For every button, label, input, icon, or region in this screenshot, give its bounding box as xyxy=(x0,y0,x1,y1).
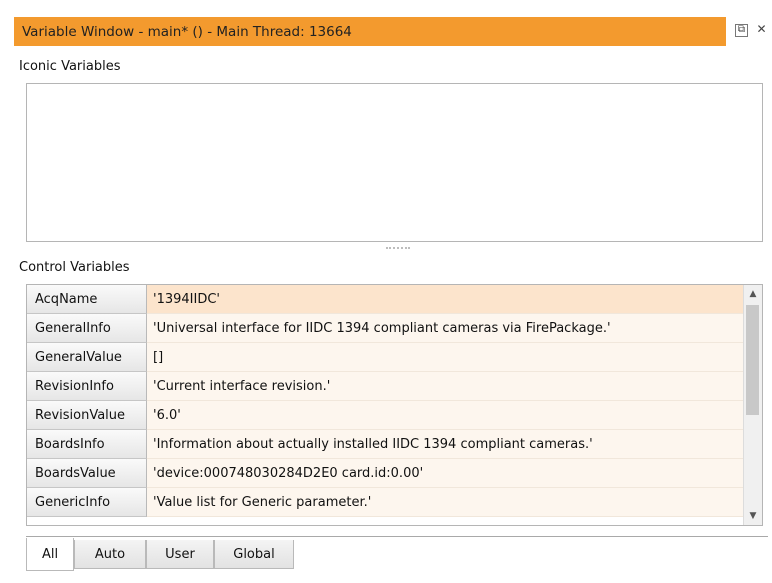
tab-bar-divider xyxy=(26,536,768,537)
tab-user[interactable]: User xyxy=(146,540,214,569)
tab-global[interactable]: Global xyxy=(214,540,294,569)
variable-value-cell: 'Information about actually installed II… xyxy=(147,430,745,459)
variable-value-cell: '1394IIDC' xyxy=(147,285,745,314)
restore-icon[interactable]: ⧉ xyxy=(735,24,748,37)
variable-value-cell: 'Universal interface for IIDC 1394 compl… xyxy=(147,314,745,343)
tab-all[interactable]: All xyxy=(26,538,74,571)
variable-value-cell: 'device:000748030284D2E0 card.id:0.00' xyxy=(147,459,745,488)
variable-name-cell: GeneralValue xyxy=(27,343,147,372)
control-variables-label: Control Variables xyxy=(19,260,130,275)
variable-name-cell: RevisionValue xyxy=(27,401,147,430)
scroll-down-icon[interactable]: ▼ xyxy=(744,507,762,525)
variable-name-cell: BoardsValue xyxy=(27,459,147,488)
variable-name-cell: RevisionInfo xyxy=(27,372,147,401)
vertical-scrollbar[interactable]: ▲ ▼ xyxy=(743,285,762,525)
table-row[interactable]: RevisionInfo 'Current interface revision… xyxy=(27,372,745,401)
variable-value-cell: [] xyxy=(147,343,745,372)
table-row[interactable]: BoardsInfo 'Information about actually i… xyxy=(27,430,745,459)
variable-value-cell: 'Value list for Generic parameter.' xyxy=(147,488,745,517)
table-row[interactable]: GenericInfo 'Value list for Generic para… xyxy=(27,488,745,517)
variable-name-cell: GenericInfo xyxy=(27,488,147,517)
variable-name-cell: AcqName xyxy=(27,285,147,314)
table-row[interactable]: RevisionValue '6.0' xyxy=(27,401,745,430)
control-variables-table: AcqName '1394IIDC' GeneralInfo 'Universa… xyxy=(26,284,763,526)
scrollbar-thumb[interactable] xyxy=(746,305,759,415)
variable-value-cell: '6.0' xyxy=(147,401,745,430)
table-row[interactable]: AcqName '1394IIDC' xyxy=(27,285,745,314)
variable-name-cell: GeneralInfo xyxy=(27,314,147,343)
window-title-bar: Variable Window - main* () - Main Thread… xyxy=(14,17,726,46)
scroll-up-icon[interactable]: ▲ xyxy=(744,285,762,303)
variable-name-cell: BoardsInfo xyxy=(27,430,147,459)
close-icon[interactable]: ✕ xyxy=(755,23,768,37)
table-row[interactable]: BoardsValue 'device:000748030284D2E0 car… xyxy=(27,459,745,488)
splitter-handle[interactable] xyxy=(386,247,410,252)
table-row[interactable]: GeneralInfo 'Universal interface for IID… xyxy=(27,314,745,343)
iconic-variables-label: Iconic Variables xyxy=(19,59,121,74)
table-row[interactable]: GeneralValue [] xyxy=(27,343,745,372)
iconic-variables-panel[interactable] xyxy=(26,83,763,242)
window-title: Variable Window - main* () - Main Thread… xyxy=(22,23,352,40)
tab-auto[interactable]: Auto xyxy=(74,540,146,569)
variable-value-cell: 'Current interface revision.' xyxy=(147,372,745,401)
